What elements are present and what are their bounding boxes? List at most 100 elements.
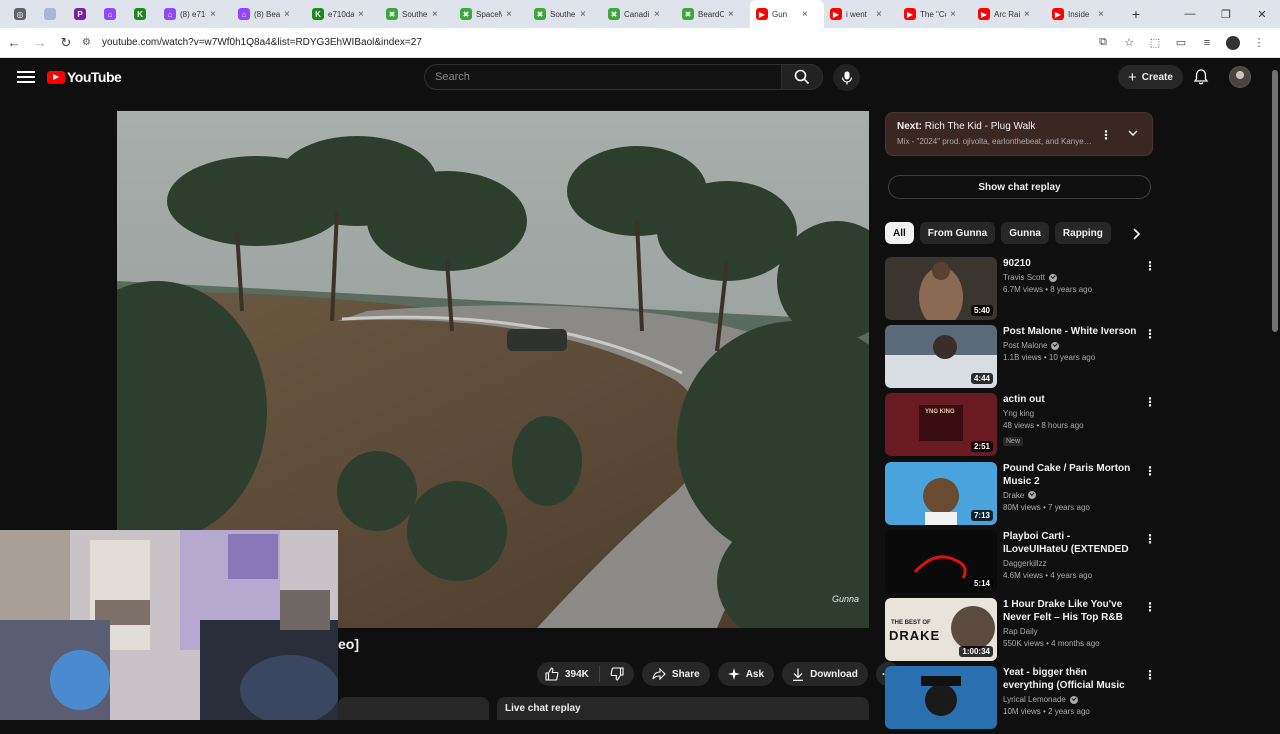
minimize-icon[interactable]: —: [1172, 8, 1208, 20]
video-thumbnail[interactable]: YNG KING2:51: [885, 393, 997, 456]
browser-tab[interactable]: Ke710dai×: [306, 0, 380, 28]
video-thumbnail[interactable]: THE BEST OFDRAKE1:00:34: [885, 598, 997, 661]
tab-close-icon[interactable]: ×: [876, 9, 882, 20]
chevron-right-icon[interactable]: [1128, 226, 1144, 242]
tab-close-icon[interactable]: ×: [1024, 9, 1030, 20]
browser-tab[interactable]: ✖BeardC×: [676, 0, 750, 28]
channel-name[interactable]: Drake: [1003, 491, 1024, 500]
more-options-icon[interactable]: ⋮: [1144, 600, 1156, 614]
filter-chip[interactable]: Gunna: [1001, 222, 1049, 244]
browser-tab[interactable]: [38, 0, 68, 28]
extensions-icon[interactable]: ⬚: [1142, 36, 1168, 49]
close-window-icon[interactable]: ✕: [1244, 8, 1280, 21]
recommendation-item[interactable]: YNG KING2:51actin outYng king48 views • …: [885, 393, 1160, 461]
more-options-icon[interactable]: ⋮: [1144, 464, 1156, 478]
browser-tab[interactable]: ✖Canadi×: [602, 0, 676, 28]
voice-search-button[interactable]: [833, 64, 860, 91]
browser-tab[interactable]: ▶The "Co×: [898, 0, 972, 28]
profile-avatar[interactable]: [1226, 36, 1240, 50]
description-box[interactable]: [338, 697, 489, 720]
browser-tab[interactable]: K: [128, 0, 158, 28]
recommendation-title[interactable]: Post Malone - White Iverson: [1003, 325, 1138, 338]
ask-button[interactable]: Ask: [718, 662, 774, 686]
bookmark-star-icon[interactable]: ☆: [1116, 36, 1142, 49]
more-options-icon[interactable]: ⋮: [1144, 668, 1156, 682]
browser-tab[interactable]: ✖SpaceM×: [454, 0, 528, 28]
recommendation-item[interactable]: 5:4090210Travis Scott6.7M views • 8 year…: [885, 257, 1160, 325]
tab-close-icon[interactable]: ×: [580, 9, 586, 20]
tab-close-icon[interactable]: ×: [432, 9, 438, 20]
site-info-icon[interactable]: ⚙: [82, 37, 96, 48]
recommendation-title[interactable]: 1 Hour Drake Like You've Never Felt – Hi…: [1003, 598, 1138, 624]
up-next-more-icon[interactable]: ⋮: [1100, 128, 1112, 142]
dislike-button[interactable]: [600, 667, 634, 681]
recommendation-item[interactable]: 7:13Pound Cake / Paris Morton Music 2 Dra…: [885, 462, 1160, 530]
more-options-icon[interactable]: ⋮: [1144, 327, 1156, 341]
browser-tab[interactable]: ⌂(8) e71C×: [158, 0, 232, 28]
search-button[interactable]: [781, 64, 823, 90]
channel-name[interactable]: Lyrical Lemonade: [1003, 695, 1066, 704]
more-options-icon[interactable]: ⋮: [1144, 259, 1156, 273]
recommendation-title[interactable]: actin out: [1003, 393, 1138, 406]
channel-name[interactable]: Post Malone: [1003, 341, 1047, 350]
recommendation-item[interactable]: Yeat - bigger thën everything (Official …: [885, 666, 1160, 734]
browser-tab[interactable]: ◎: [8, 0, 38, 28]
back-icon[interactable]: ←: [2, 35, 26, 50]
browser-tab[interactable]: ▶Gun×: [750, 0, 824, 28]
browser-tab[interactable]: ✖Souther×: [380, 0, 454, 28]
download-button[interactable]: Download: [782, 662, 868, 686]
forward-icon[interactable]: →: [28, 35, 52, 50]
video-thumbnail[interactable]: 4:44: [885, 325, 997, 388]
reload-icon[interactable]: ↻: [54, 35, 78, 51]
cast-icon[interactable]: ▭: [1168, 36, 1194, 49]
recommendation-title[interactable]: Yeat - bigger thën everything (Official …: [1003, 666, 1138, 692]
browser-tab[interactable]: ▶i went×: [824, 0, 898, 28]
tab-close-icon[interactable]: ×: [728, 9, 734, 20]
recommendation-item[interactable]: THE BEST OFDRAKE1:00:341 Hour Drake Like…: [885, 598, 1160, 666]
browser-tab[interactable]: ▶Inside×: [1046, 0, 1120, 28]
filter-chip[interactable]: All: [885, 222, 914, 244]
browser-tab[interactable]: ▶Arc Rai×: [972, 0, 1046, 28]
channel-name[interactable]: Travis Scott: [1003, 273, 1045, 282]
recommendation-item[interactable]: 5:14Playboi Carti - ILoveUIHateU (EXTEND…: [885, 530, 1160, 598]
channel-name[interactable]: Daggerkillzz: [1003, 559, 1047, 568]
live-chat-replay-panel[interactable]: Live chat replay: [497, 697, 869, 720]
menu-icon[interactable]: [17, 71, 35, 83]
share-button[interactable]: Share: [642, 662, 710, 686]
url-field[interactable]: ⚙ youtube.com/watch?v=w7Wf0h1Q8a4&list=R…: [82, 37, 1090, 48]
tab-close-icon[interactable]: ×: [950, 9, 956, 20]
channel-name[interactable]: Yng king: [1003, 409, 1034, 418]
recommendation-item[interactable]: 4:44 Post Malone - White Iverson Post Malo…: [885, 325, 1160, 393]
video-thumbnail[interactable]: 5:40: [885, 257, 997, 320]
new-tab-button[interactable]: +: [1126, 6, 1146, 22]
filter-chip[interactable]: Rapping: [1055, 222, 1111, 244]
tab-close-icon[interactable]: ×: [210, 9, 216, 20]
recommendation-title[interactable]: Playboi Carti - ILoveUIHateU (EXTENDED V…: [1003, 530, 1138, 556]
video-thumbnail[interactable]: 7:13: [885, 462, 997, 525]
search-input[interactable]: [435, 71, 781, 83]
more-options-icon[interactable]: ⋮: [1144, 395, 1156, 409]
more-options-icon[interactable]: ⋮: [1144, 532, 1156, 546]
video-thumbnail[interactable]: 5:14: [885, 530, 997, 593]
chevron-down-icon[interactable]: [1126, 126, 1140, 140]
tab-close-icon[interactable]: ×: [802, 9, 808, 20]
page-scrollbar[interactable]: [1270, 58, 1280, 720]
tab-close-icon[interactable]: ×: [284, 9, 290, 20]
recommendation-title[interactable]: 90210: [1003, 257, 1138, 270]
tab-close-icon[interactable]: ×: [506, 9, 512, 20]
create-button[interactable]: + Create: [1118, 65, 1183, 89]
browser-tab[interactable]: ⌂(8) Bear×: [232, 0, 306, 28]
scrollbar-thumb[interactable]: [1272, 70, 1278, 332]
browser-tab[interactable]: ⌂: [98, 0, 128, 28]
recommendation-title[interactable]: Pound Cake / Paris Morton Music 2: [1003, 462, 1138, 488]
browser-tab[interactable]: ✖Southe×: [528, 0, 602, 28]
browser-tab[interactable]: P: [68, 0, 98, 28]
media-controls-icon[interactable]: ≡: [1194, 37, 1220, 49]
search-box[interactable]: [424, 64, 782, 90]
filter-chip[interactable]: From Gunna: [920, 222, 995, 244]
youtube-logo[interactable]: YouTube: [47, 69, 121, 85]
account-avatar[interactable]: [1229, 66, 1251, 88]
channel-name[interactable]: Rap Daily: [1003, 627, 1038, 636]
show-chat-replay-button[interactable]: Show chat replay: [888, 175, 1151, 199]
tab-close-icon[interactable]: ×: [654, 9, 660, 20]
